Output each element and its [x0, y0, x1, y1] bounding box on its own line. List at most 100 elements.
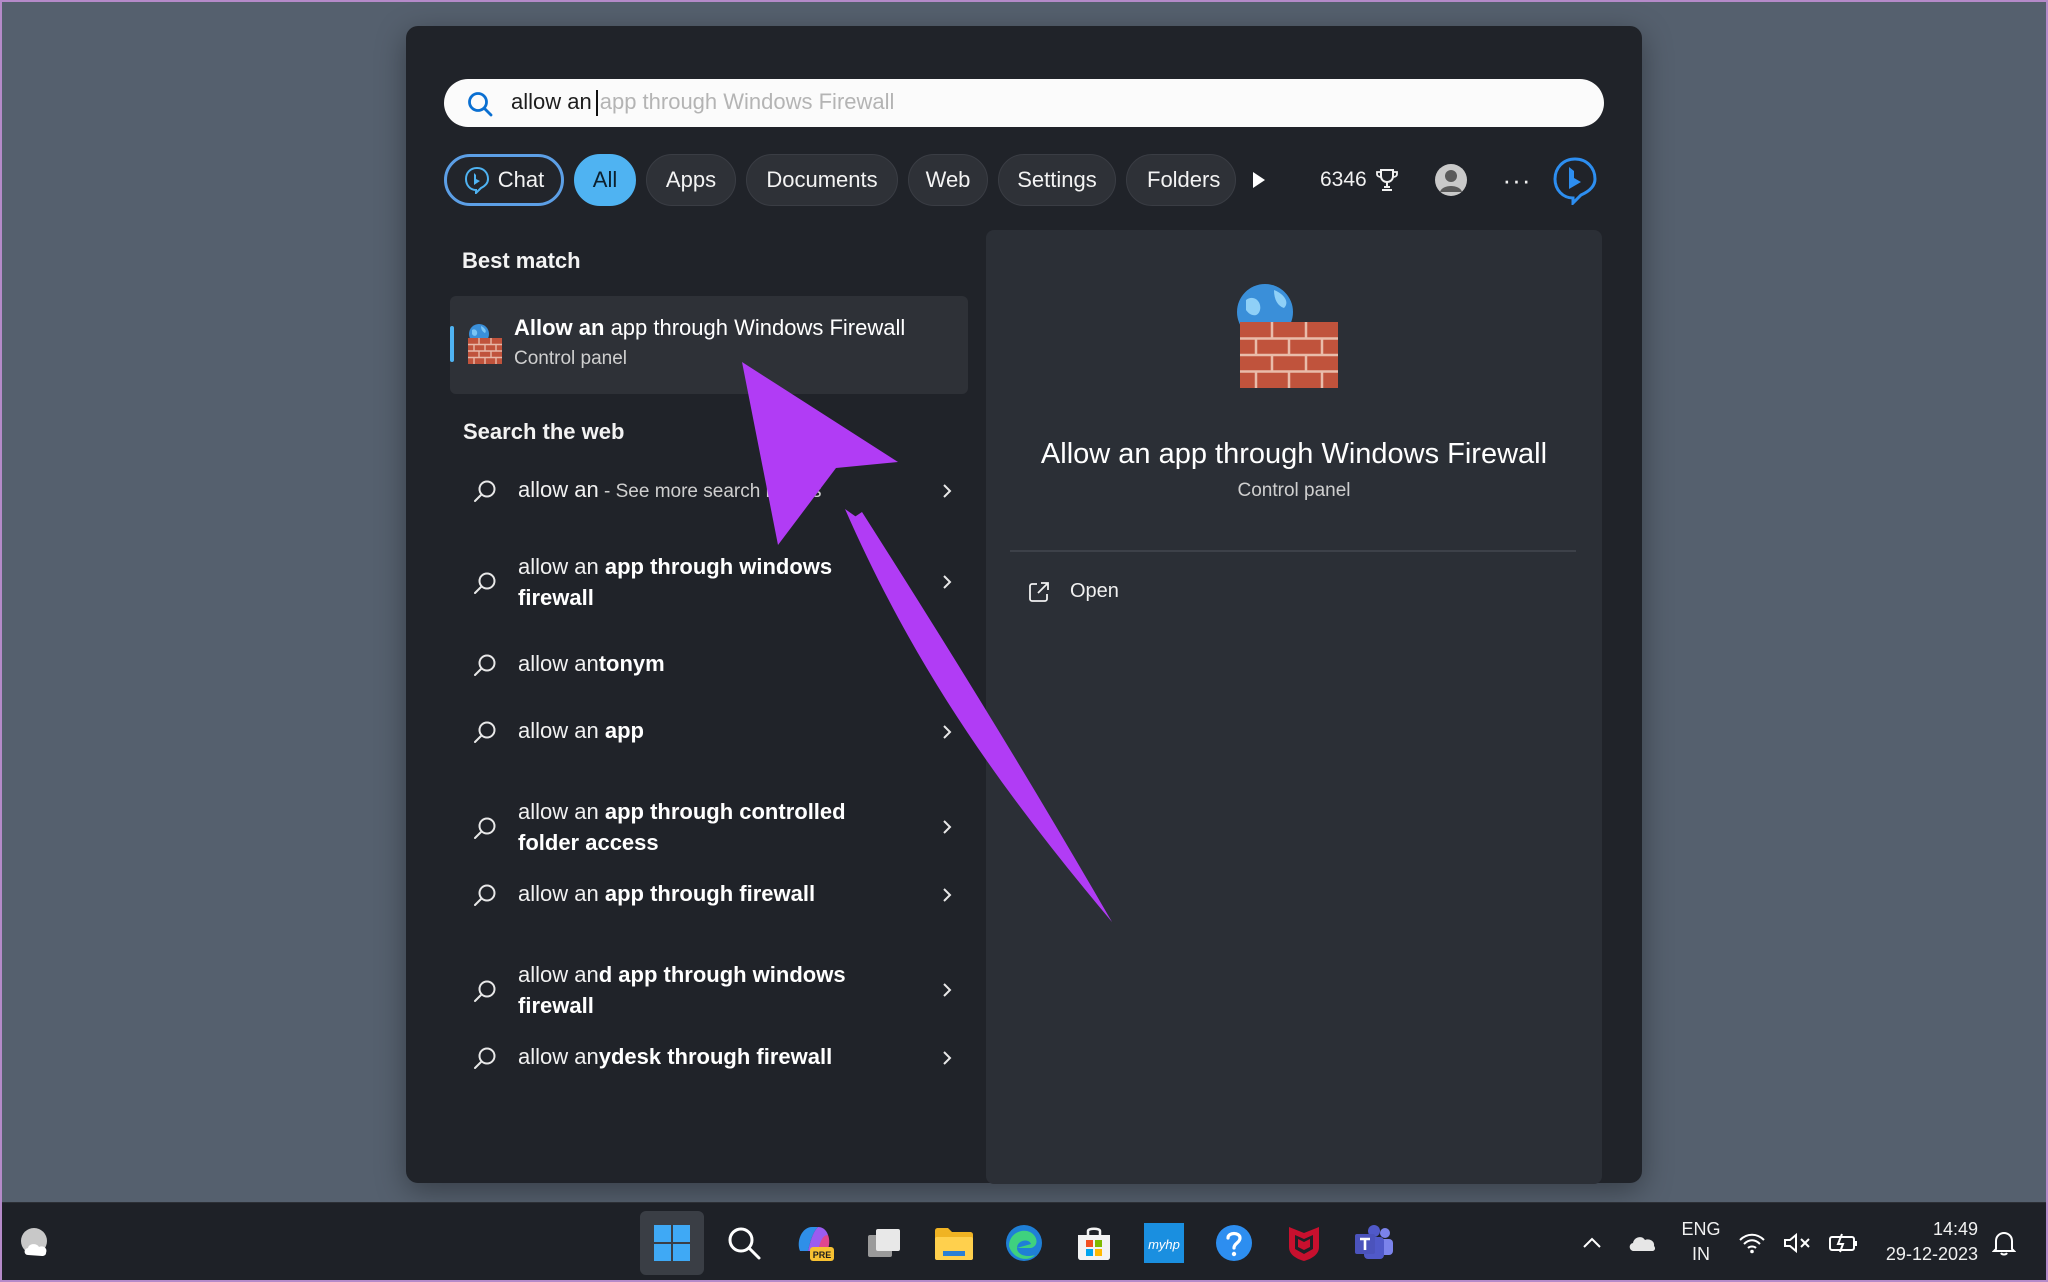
taskbar-search-button[interactable] [720, 1219, 768, 1267]
best-match-heading: Best match [462, 248, 581, 273]
web-suggestion-row[interactable]: allow and app through windows firewall [472, 959, 968, 1023]
web-suggestion-text: allow an app through controlled folder a… [518, 796, 898, 860]
clock-date: 29-12-2023 [1885, 1244, 1978, 1264]
suggestion-completion: app through firewall [604, 881, 816, 906]
folder-icon [935, 1228, 973, 1260]
quick-settings-button[interactable] [1738, 1219, 1858, 1267]
apps-filter-tab[interactable]: Apps [646, 154, 736, 206]
search-icon [468, 92, 493, 117]
all-filter-tab[interactable]: All [574, 154, 636, 206]
search-typed-text: allow an [511, 89, 592, 114]
language-code: ENG [1681, 1219, 1721, 1239]
myhp-button[interactable]: myhp [1140, 1219, 1188, 1267]
suggestion-completion: app [604, 718, 644, 743]
firewall-icon [468, 324, 502, 364]
copilot-badge: PRE [813, 1250, 832, 1260]
get-help-button[interactable] [1210, 1219, 1258, 1267]
chat-filter-button[interactable]: Chat [444, 154, 564, 206]
text-caret [595, 90, 598, 117]
web-suggestion-text: allow an app through firewall [518, 878, 898, 911]
selection-indicator [450, 326, 454, 362]
open-label: Open [1070, 580, 1119, 602]
preview-pane: Allow an app through Windows Firewall Co… [986, 230, 1602, 1184]
bing-icon [1553, 157, 1597, 205]
edge-icon [1006, 1225, 1042, 1261]
play-arrow-icon [1253, 172, 1265, 188]
web-suggestion-row[interactable]: allow anydesk through firewall [472, 1041, 968, 1075]
start-button[interactable] [640, 1211, 704, 1275]
clock[interactable]: 14:49 29-12-2023 [1872, 1217, 1978, 1267]
onedrive-button[interactable] [1618, 1219, 1666, 1267]
clock-time: 14:49 [1932, 1219, 1978, 1239]
weather-cloud-icon [21, 1228, 47, 1256]
chevron-right-icon[interactable] [938, 981, 956, 999]
open-action[interactable]: Open [1028, 580, 1119, 603]
web-suggestion-row[interactable]: allow an app through windows firewall [472, 551, 968, 615]
teams-button[interactable] [1350, 1219, 1398, 1267]
bing-chat-icon [464, 166, 489, 194]
show-hidden-icons-button[interactable] [1568, 1219, 1616, 1267]
file-explorer-button[interactable] [930, 1219, 978, 1267]
web-suggestion-row[interactable]: allow an app [472, 715, 968, 749]
teams-icon [1355, 1225, 1393, 1259]
battery-charging-icon [1829, 1233, 1857, 1253]
rewards-points-value: 6346 [1320, 168, 1367, 191]
bing-button[interactable] [1550, 154, 1600, 206]
chevron-right-icon[interactable] [938, 723, 956, 741]
chevron-right-icon[interactable] [938, 573, 956, 591]
task-view-button[interactable] [860, 1219, 908, 1267]
best-match-title-bold: Allow an [514, 315, 605, 340]
chevron-right-icon[interactable] [938, 482, 956, 500]
open-external-icon [1029, 581, 1049, 602]
web-filter-tab[interactable]: Web [908, 154, 988, 206]
suggestion-completion: ydesk through firewall [598, 1044, 833, 1069]
web-suggestion-row[interactable]: allow an - See more search results [472, 474, 968, 508]
help-icon [1216, 1225, 1252, 1261]
store-icon [1078, 1227, 1110, 1260]
search-panel: allow an app through Windows Firewall Cha… [406, 26, 1642, 1184]
edge-browser-button[interactable] [1000, 1219, 1048, 1267]
documents-filter-tab[interactable]: Documents [746, 154, 898, 206]
windows-logo-icon [654, 1225, 690, 1261]
chevron-right-icon[interactable] [938, 886, 956, 904]
web-suggestion-row[interactable]: allow an app through controlled folder a… [472, 796, 968, 860]
web-suggestion-row[interactable]: allow an app through firewall [472, 878, 968, 912]
copilot-icon: PRE [798, 1227, 834, 1261]
suggestion-prefix: allow an [518, 718, 605, 743]
web-suggestion-text: allow antonym [518, 648, 898, 681]
task-view-icon [868, 1229, 900, 1257]
account-avatar-button[interactable] [1434, 154, 1468, 206]
web-suggestion-text: allow an app through windows firewall [518, 551, 898, 615]
trophy-icon [1375, 169, 1398, 191]
more-options-button[interactable]: ··· [1502, 154, 1532, 206]
avatar-icon [1435, 164, 1467, 196]
search-input[interactable]: allow an app through Windows Firewall [444, 79, 1604, 127]
onedrive-cloud-icon [1629, 1237, 1656, 1251]
bell-icon [1992, 1231, 2016, 1256]
chevron-right-icon[interactable] [938, 1049, 956, 1067]
language-indicator[interactable]: ENG IN [1680, 1217, 1722, 1267]
copilot-button[interactable]: PRE [790, 1219, 838, 1267]
more-filters-button[interactable] [1244, 154, 1274, 206]
preview-divider [1010, 550, 1576, 552]
chat-filter-label: Chat [497, 167, 545, 192]
myhp-icon: myhp [1144, 1223, 1184, 1263]
mcafee-button[interactable] [1280, 1219, 1328, 1267]
web-suggestion-row[interactable]: allow antonym [472, 648, 968, 682]
chevron-right-icon[interactable] [938, 818, 956, 836]
best-match-title: Allow an app through Windows Firewall [514, 315, 905, 341]
best-match-result[interactable]: Allow an app through Windows Firewall Co… [450, 296, 968, 394]
suggestion-prefix: allow an [518, 962, 599, 987]
region-code: IN [1692, 1244, 1710, 1264]
weather-widget-button[interactable] [14, 1219, 62, 1267]
settings-filter-tab[interactable]: Settings [998, 154, 1116, 206]
notifications-button[interactable] [1980, 1219, 2028, 1267]
microsoft-store-button[interactable] [1070, 1219, 1118, 1267]
volume-muted-icon [1784, 1232, 1810, 1254]
web-suggestion-text: allow anydesk through firewall [518, 1041, 898, 1074]
search-autocomplete: app through Windows Firewall [599, 89, 895, 114]
rewards-points[interactable]: 6346 [1320, 154, 1399, 206]
preview-title: Allow an app through Windows Firewall [1040, 438, 1548, 470]
folders-filter-tab[interactable]: Folders [1126, 154, 1236, 206]
suggestion-prefix: allow an [518, 1044, 599, 1069]
